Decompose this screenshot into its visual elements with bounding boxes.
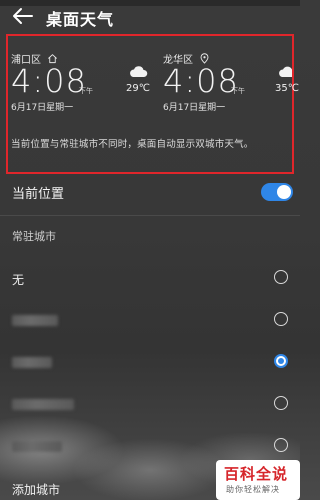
temperature-right: 35℃ xyxy=(275,83,299,94)
watermark-logo: 百科全说 助你轻松解决 xyxy=(216,460,300,500)
page-title: 桌面天气 xyxy=(46,10,115,29)
city-option[interactable] xyxy=(0,301,300,341)
resident-city-heading: 常驻城市 xyxy=(12,230,56,243)
radio-button[interactable] xyxy=(274,438,288,452)
back-button[interactable] xyxy=(10,4,36,28)
radio-button[interactable] xyxy=(274,312,288,326)
city-option-none[interactable]: 无 xyxy=(0,259,300,299)
cloud-icon xyxy=(279,66,292,77)
add-city-button[interactable]: 添加城市 xyxy=(12,481,60,498)
watermark-subtitle: 助你轻松解决 xyxy=(226,485,280,494)
toggle-knob xyxy=(277,185,291,199)
clock-time-right: 4:08 xyxy=(163,62,239,100)
clock-time-left: 4:08 xyxy=(11,62,87,100)
ampm-right: 下午 xyxy=(231,87,245,95)
blurred-city-name xyxy=(12,315,58,326)
dual-city-notice: 当前位置与常驻城市不同时，桌面自动显示双城市天气。 xyxy=(11,139,254,150)
city-option[interactable] xyxy=(0,343,300,383)
watermark-title: 百科全说 xyxy=(224,465,289,483)
divider xyxy=(0,215,300,216)
current-location-toggle[interactable] xyxy=(261,183,293,201)
widget-preview: 浦口区 4:08 下午 6月17日星期一 29℃ 龙华区 4:08 下午 6月1… xyxy=(6,34,299,174)
blurred-city-name xyxy=(12,357,52,368)
temperature-left: 29℃ xyxy=(126,83,150,94)
city-option-label: 无 xyxy=(12,273,25,287)
city-option[interactable] xyxy=(0,385,300,425)
app-header: 桌面天气 xyxy=(0,0,300,34)
blurred-city-name xyxy=(12,399,74,410)
current-location-label: 当前位置 xyxy=(12,187,65,202)
radio-button[interactable] xyxy=(274,396,288,410)
date-left: 6月17日星期一 xyxy=(11,103,74,113)
radio-button-selected[interactable] xyxy=(274,354,288,368)
blurred-city-name xyxy=(12,441,62,452)
cloud-icon xyxy=(130,66,148,77)
radio-button[interactable] xyxy=(274,270,288,284)
ampm-left: 下午 xyxy=(79,87,93,95)
date-right: 6月17日星期一 xyxy=(163,103,226,113)
arrow-left-icon xyxy=(13,8,33,24)
